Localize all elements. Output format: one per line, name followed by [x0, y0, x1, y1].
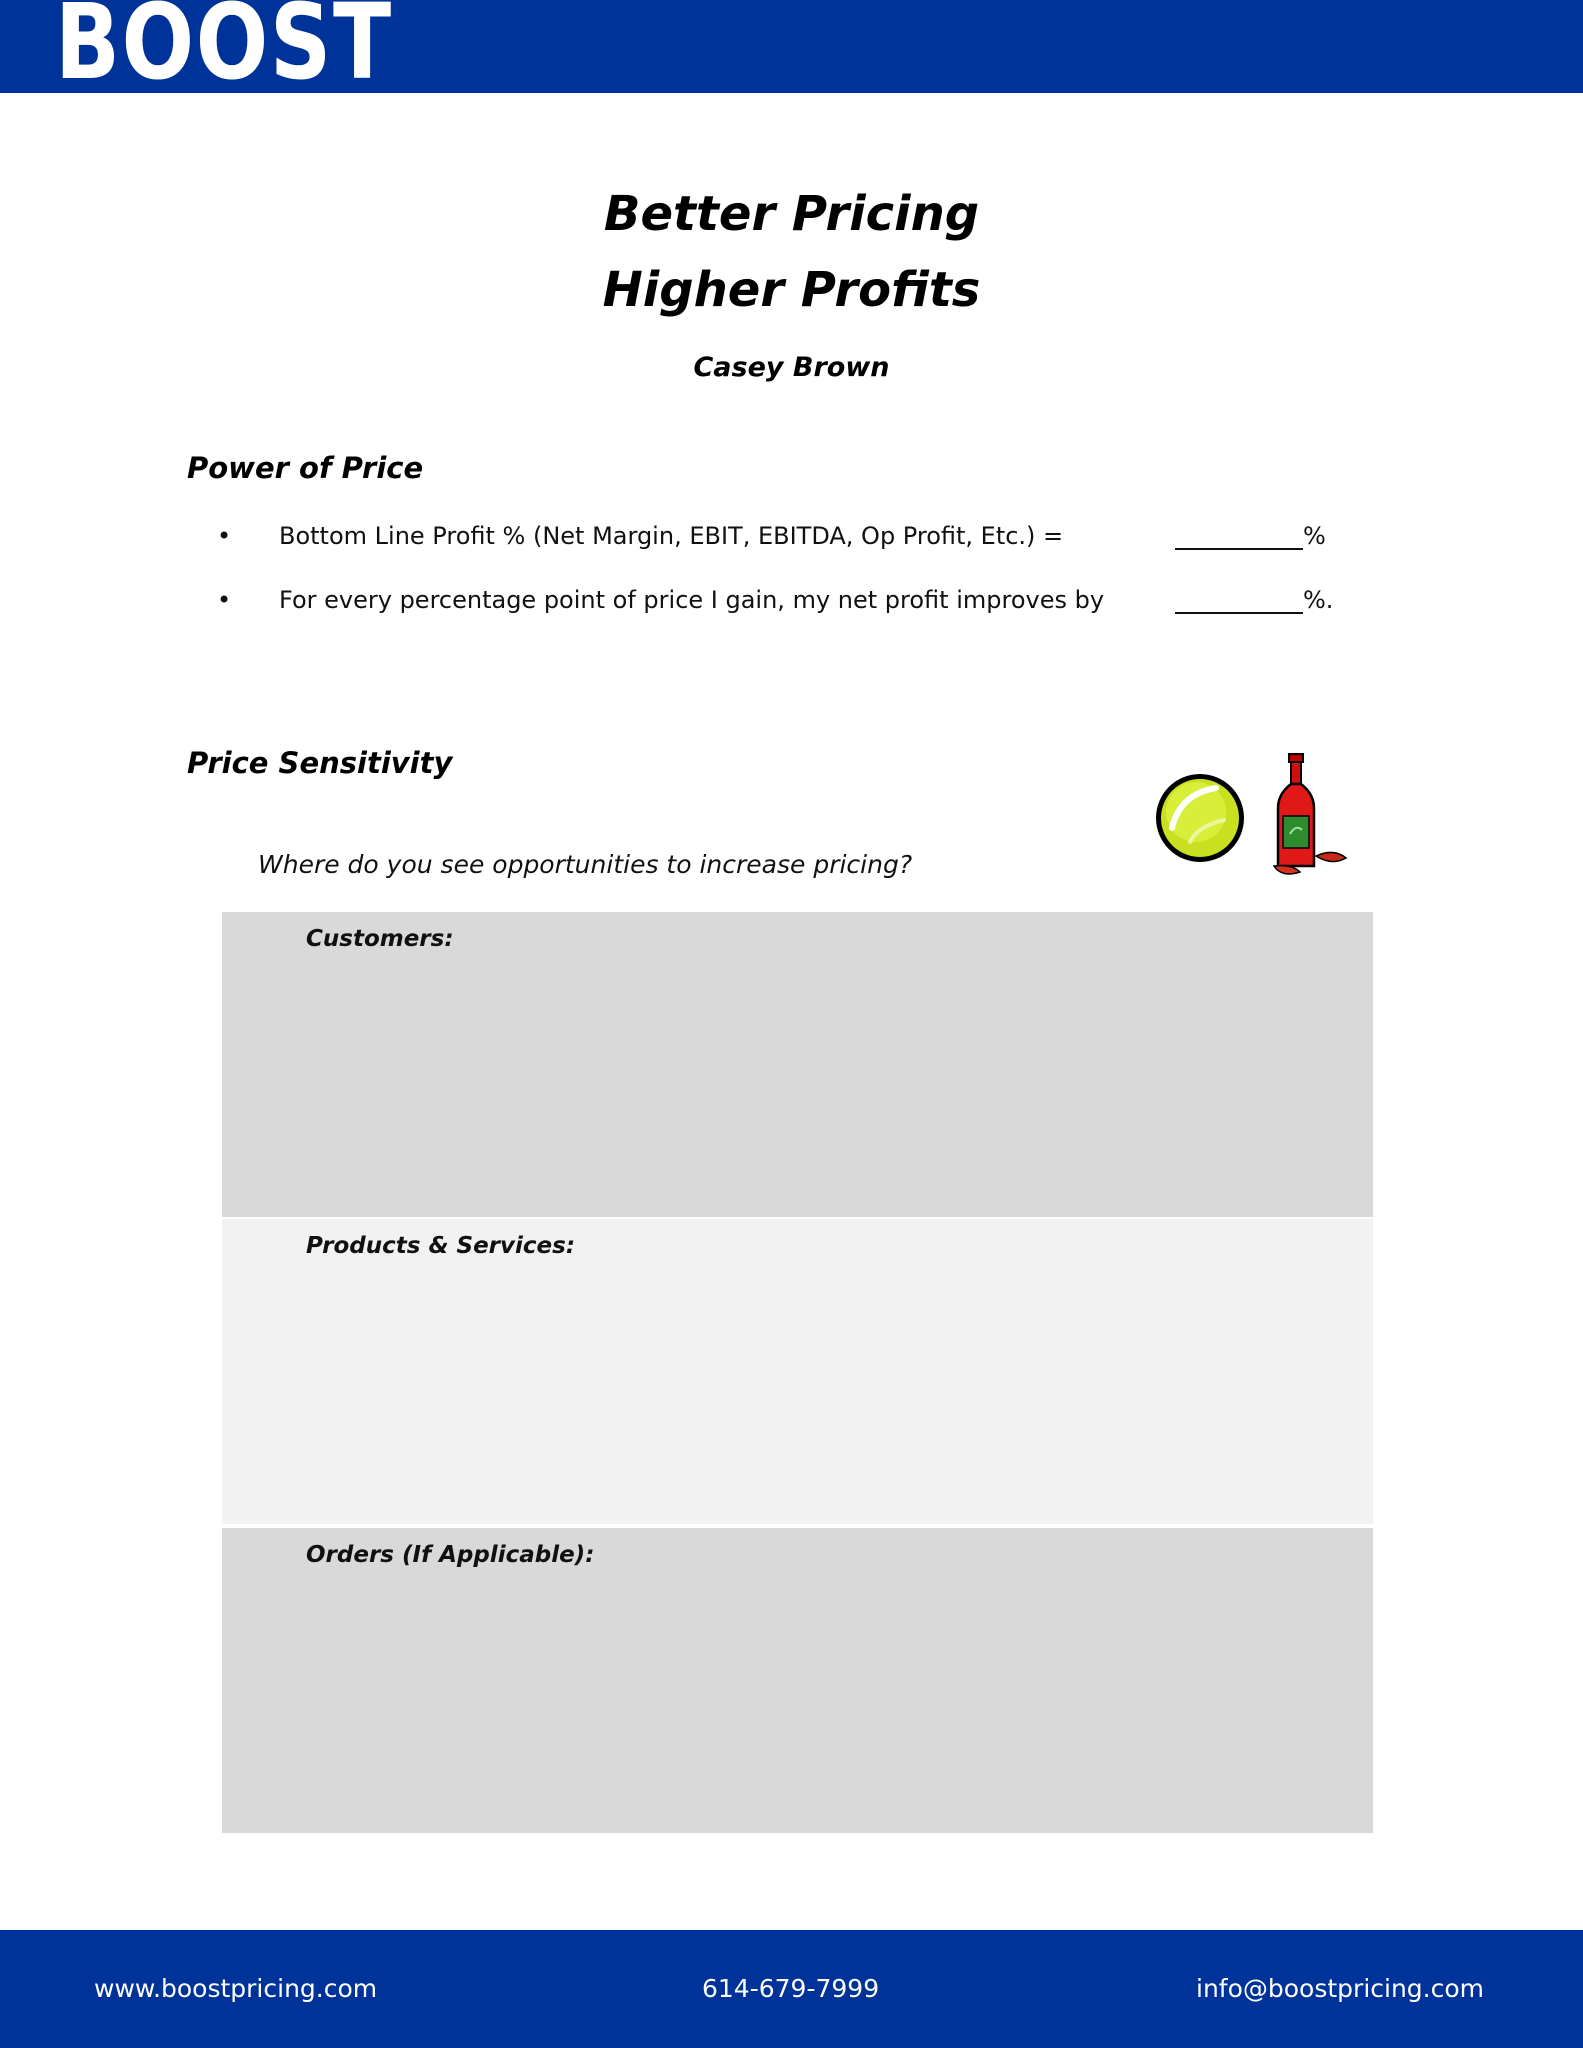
products-services-box[interactable]: Products & Services: [222, 1219, 1373, 1524]
customers-box[interactable]: Customers: [222, 912, 1373, 1217]
footer-bar: www.boostpricing.com 614-679-7999 info@b… [0, 1930, 1583, 2048]
title-line-2: Higher Profits [602, 262, 981, 318]
footer-website-link[interactable]: www.boostpricing.com [94, 1974, 377, 2003]
orders-box[interactable]: Orders (If Applicable): [222, 1528, 1373, 1833]
header-bar: BOOST [0, 0, 1583, 93]
footer-email-link[interactable]: info@boostpricing.com [1196, 1974, 1484, 2003]
question-text: Where do you see opportunities to increa… [258, 850, 913, 879]
price-sensitivity-heading: Price Sensitivity [187, 746, 453, 780]
blank-suffix: %. [1303, 586, 1334, 614]
tennis-ball-icon [1156, 774, 1244, 862]
bullet-text: Bottom Line Profit % (Net Margin, EBIT, … [279, 522, 1064, 550]
bullet-text: For every percentage point of price I ga… [279, 586, 1105, 614]
author-name: Casey Brown [693, 352, 890, 383]
fill-in-blank[interactable] [1175, 548, 1303, 550]
blank-suffix: % [1303, 522, 1326, 550]
bullet-item: • Bottom Line Profit % (Net Margin, EBIT… [217, 522, 1367, 556]
bullet-icon: • [217, 522, 232, 550]
boost-logo: BOOST [55, 0, 393, 83]
bullet-item: • For every percentage point of price I … [217, 586, 1367, 620]
box-label: Customers: [306, 926, 454, 952]
footer-phone[interactable]: 614-679-7999 [702, 1974, 879, 2003]
box-label: Orders (If Applicable): [306, 1542, 595, 1568]
hot-sauce-bottle-icon [1272, 753, 1348, 875]
box-label: Products & Services: [306, 1233, 576, 1259]
power-of-price-heading: Power of Price [187, 451, 424, 485]
clipart-group [1150, 750, 1355, 880]
title-line-1: Better Pricing [603, 186, 980, 242]
bullet-icon: • [217, 586, 232, 614]
fill-in-blank[interactable] [1175, 612, 1303, 614]
